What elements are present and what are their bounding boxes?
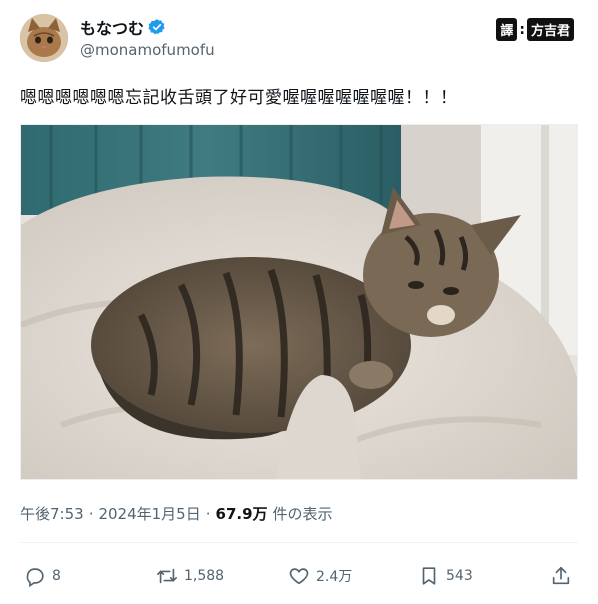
- translator-name: 方吉君: [526, 18, 574, 41]
- reply-icon: [26, 568, 44, 587]
- author-display-name[interactable]: もなつむ: [80, 15, 144, 39]
- tweet-date[interactable]: 2024年1月5日: [98, 503, 200, 524]
- author-avatar[interactable]: [20, 14, 68, 62]
- bookmark-button[interactable]: 543: [418, 565, 473, 587]
- repost-icon: [157, 568, 177, 584]
- repost-count: 1,588: [184, 568, 225, 584]
- translator-separator: :: [519, 21, 525, 38]
- action-bar: 8 1,588 2.4万 543: [20, 560, 578, 592]
- bookmark-icon: [422, 567, 436, 585]
- tweet-media-image[interactable]: [20, 124, 578, 480]
- view-count-label: 件の表示: [272, 505, 333, 523]
- meta-separator: ·: [88, 504, 94, 523]
- author-handle[interactable]: @monamofumofu: [80, 41, 215, 59]
- translator-label: 譯: [496, 18, 518, 41]
- repost-button[interactable]: 1,588: [156, 565, 224, 587]
- tweet-meta: 午後7:53 · 2024年1月5日 · 67.9万 件の表示: [20, 503, 333, 524]
- like-count: 2.4万: [316, 569, 353, 585]
- verified-badge-icon: [148, 19, 165, 35]
- translator-badge: 譯 : 方吉君: [496, 18, 574, 41]
- tweet-time[interactable]: 午後7:53: [20, 503, 84, 524]
- like-button[interactable]: 2.4万: [288, 565, 352, 587]
- author-name-row[interactable]: もなつむ: [80, 16, 166, 38]
- share-button[interactable]: [550, 565, 572, 587]
- bookmark-count: 543: [446, 568, 473, 584]
- meta-separator: ·: [205, 504, 211, 523]
- share-icon: [552, 566, 570, 585]
- cat-avatar-icon: [20, 14, 68, 62]
- divider: [20, 542, 578, 543]
- tweet-text: 嗯嗯嗯嗯嗯嗯忘記收舌頭了好可愛喔喔喔喔喔喔喔！！！: [20, 88, 458, 108]
- heart-icon: [289, 568, 309, 585]
- reply-count: 8: [52, 568, 61, 584]
- cat-photo-image: [21, 125, 577, 479]
- view-count: 67.9万: [215, 505, 268, 523]
- reply-button[interactable]: 8: [24, 565, 61, 587]
